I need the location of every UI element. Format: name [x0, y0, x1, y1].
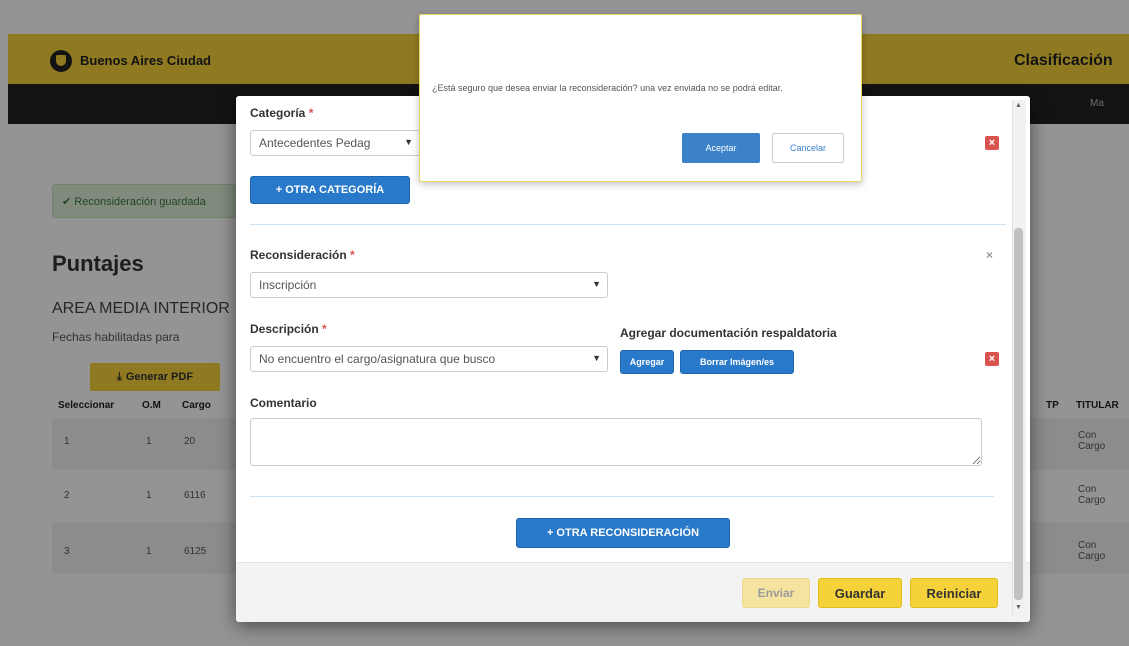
- scroll-up-icon[interactable]: ▲: [1015, 102, 1022, 109]
- guardar-button[interactable]: Guardar: [818, 578, 902, 608]
- remove-description-icon[interactable]: ×: [985, 352, 999, 366]
- comentario-label: Comentario: [250, 396, 317, 410]
- agregar-button[interactable]: Agregar: [620, 350, 674, 374]
- descripcion-label: Descripción *: [250, 322, 327, 336]
- divider: [250, 224, 1006, 225]
- descripcion-select[interactable]: No encuentro el cargo/asignatura que bus…: [250, 346, 608, 372]
- chevron-down-icon: ▼: [404, 137, 413, 147]
- reconsideracion-value: Inscripción: [259, 278, 317, 292]
- reiniciar-button[interactable]: Reiniciar: [910, 578, 998, 608]
- divider: [250, 496, 994, 497]
- add-category-button[interactable]: + OTRA CATEGORÍA: [250, 176, 410, 204]
- categoria-value: Antecedentes Pedag: [259, 136, 371, 150]
- categoria-select[interactable]: Antecedentes Pedag ▼: [250, 130, 420, 156]
- confirm-dialog: ¿Está seguro que desea enviar la reconsi…: [419, 14, 862, 182]
- chevron-down-icon: ▼: [592, 279, 601, 289]
- chevron-down-icon: ▼: [592, 353, 601, 363]
- documentation-label: Agregar documentación respaldatoria: [620, 326, 837, 340]
- enviar-button[interactable]: Enviar: [742, 578, 810, 608]
- reconsideracion-select[interactable]: Inscripción ▼: [250, 272, 608, 298]
- borrar-imagenes-button[interactable]: Borrar Imágen/es: [680, 350, 794, 374]
- cancelar-button[interactable]: Cancelar: [772, 133, 844, 163]
- remove-categoria-icon[interactable]: ×: [985, 136, 999, 150]
- confirm-message: ¿Está seguro que desea enviar la reconsi…: [432, 83, 783, 93]
- scroll-down-icon[interactable]: ▼: [1015, 604, 1022, 611]
- comentario-textarea[interactable]: [250, 418, 982, 466]
- close-reconsideration-icon[interactable]: ×: [986, 248, 993, 262]
- aceptar-button[interactable]: Aceptar: [682, 133, 760, 163]
- scrollbar-thumb[interactable]: [1014, 228, 1023, 600]
- descripcion-value: No encuentro el cargo/asignatura que bus…: [259, 352, 496, 366]
- reconsideracion-label: Reconsideración *: [250, 248, 355, 262]
- add-reconsideration-button[interactable]: + OTRA RECONSIDERACIÓN: [516, 518, 730, 548]
- categoria-label: Categoría *: [250, 106, 314, 120]
